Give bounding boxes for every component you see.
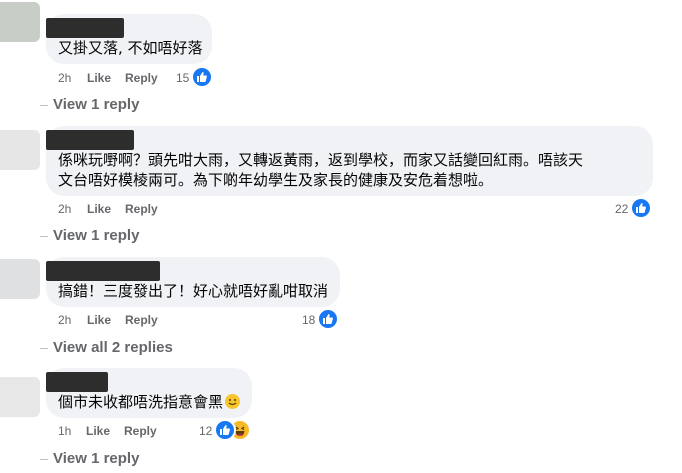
comment-text: 個市未收都唔洗指意會黑 — [58, 392, 241, 412]
reaction-count[interactable]: 15 — [176, 70, 189, 86]
comment-time[interactable]: 1h — [58, 423, 71, 439]
comment-actions: 1h Like Reply — [58, 423, 218, 439]
reply-thread-line — [40, 236, 48, 237]
like-button[interactable]: Like — [87, 312, 111, 328]
comment-text: 又掛又落, 不如唔好落 — [58, 39, 203, 57]
avatar[interactable] — [0, 259, 40, 299]
comment-text-line-1: 係咪玩嘢啊？頭先咁大雨，又轉返黃雨，返到學校，而家又話變回紅雨。唔該天 — [58, 151, 584, 169]
avatar[interactable] — [0, 130, 40, 170]
reply-button[interactable]: Reply — [125, 70, 158, 86]
comment-text-line-2: 文台唔好模棱兩可。為下啲年幼學生及家長的健康及安危着想啦。 — [58, 171, 494, 189]
reply-button[interactable]: Reply — [125, 201, 158, 217]
comment-bubble: 係咪玩嘢啊？頭先咁大雨，又轉返黃雨，返到學校，而家又話變回紅雨。唔該天 文台唔好… — [46, 126, 653, 196]
comment-bubble: 搞錯！三度發出了！好心就唔好亂咁取消 — [46, 257, 340, 307]
like-button[interactable]: Like — [87, 70, 111, 86]
smiling-face-emoji-icon — [225, 394, 241, 409]
reaction-count[interactable]: 12 — [199, 423, 212, 439]
comment-text: 搞錯！三度發出了！好心就唔好亂咁取消 — [58, 282, 329, 300]
like-icon — [317, 308, 339, 330]
comment-time[interactable]: 2h — [58, 201, 71, 217]
comment-actions: 2h Like Reply — [58, 312, 218, 328]
like-icon — [630, 197, 652, 219]
like-icon — [214, 419, 236, 441]
reaction-count[interactable]: 22 — [615, 201, 628, 217]
reply-button[interactable]: Reply — [124, 423, 157, 439]
like-icon — [191, 66, 213, 88]
comment-text-content: 個市未收都唔洗指意會黑 — [58, 393, 224, 411]
comment-time[interactable]: 2h — [58, 70, 71, 86]
reply-thread-line — [40, 105, 48, 106]
redacted-author-name[interactable] — [46, 18, 124, 38]
reply-thread-line — [40, 459, 48, 460]
redacted-author-name[interactable] — [46, 130, 134, 150]
like-button[interactable]: Like — [87, 201, 111, 217]
redacted-author-name[interactable] — [46, 372, 108, 392]
like-button[interactable]: Like — [86, 423, 110, 439]
comment-actions: 2h Like Reply — [58, 201, 218, 217]
redacted-author-name[interactable] — [46, 261, 160, 281]
avatar[interactable] — [0, 2, 40, 42]
comment-bubble: 個市未收都唔洗指意會黑 — [46, 368, 252, 418]
reaction-count[interactable]: 18 — [302, 312, 315, 328]
comment-bubble: 又掛又落, 不如唔好落 — [46, 14, 212, 64]
comment-time[interactable]: 2h — [58, 312, 71, 328]
reply-thread-line — [40, 348, 48, 349]
avatar[interactable] — [0, 377, 40, 417]
reply-button[interactable]: Reply — [125, 312, 158, 328]
